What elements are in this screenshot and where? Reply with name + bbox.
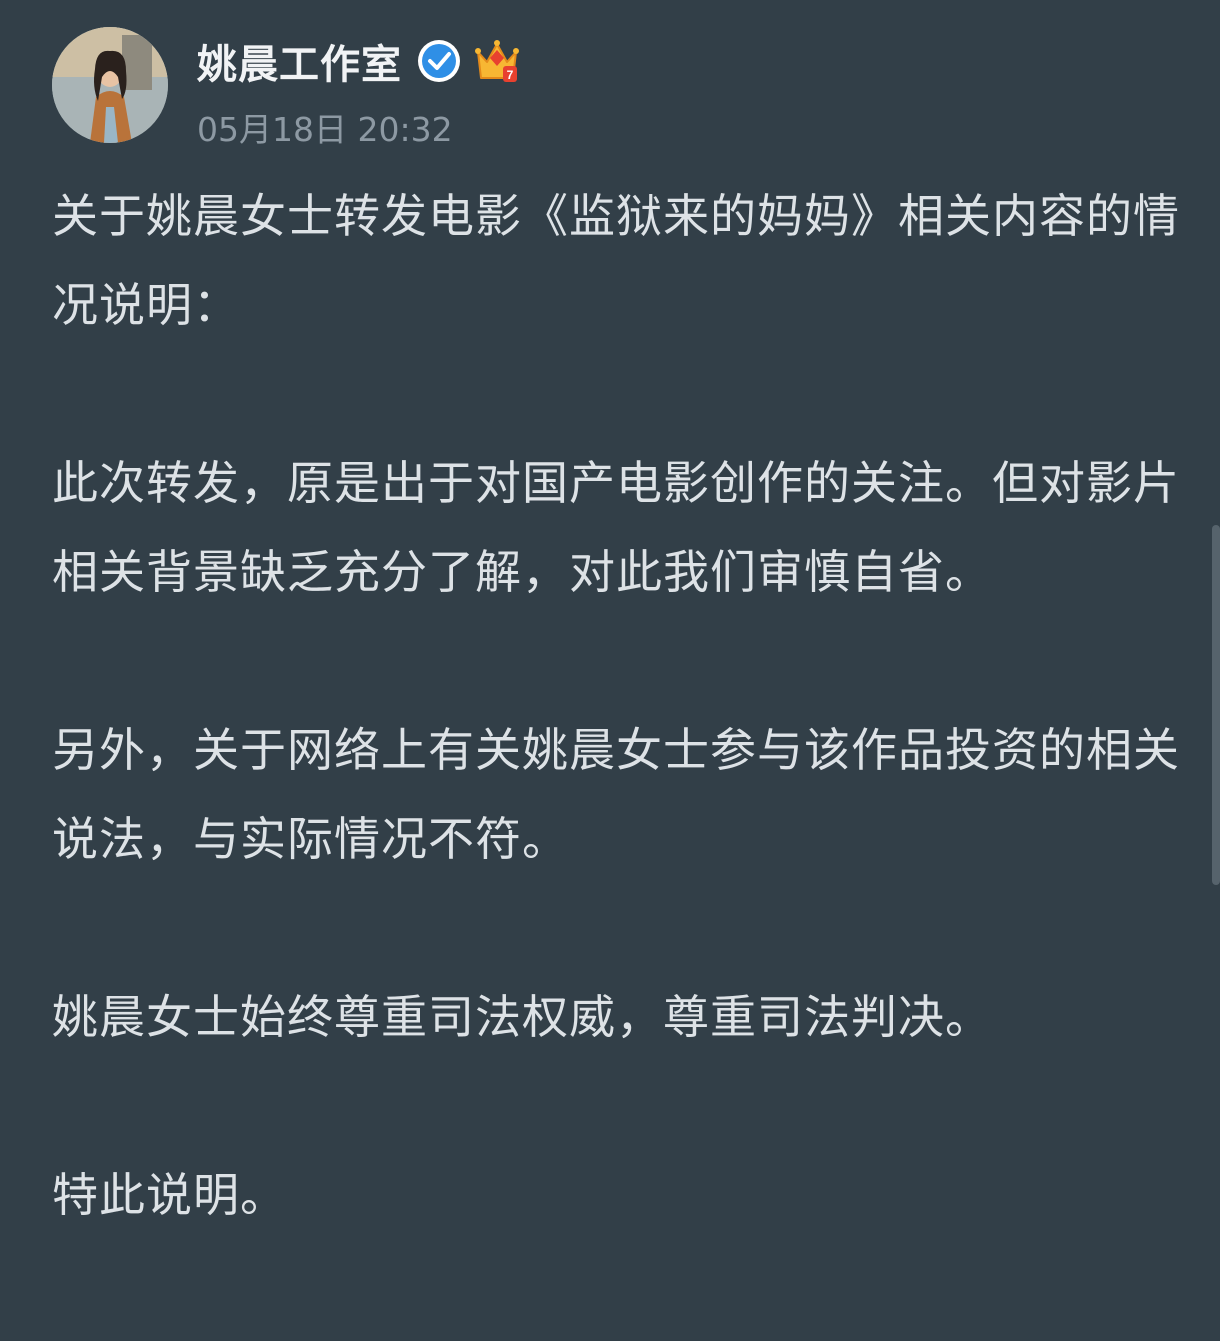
author-row: 姚晨工作室 7 [197,33,522,89]
paragraph-judiciary: 姚晨女士始终尊重司法权威，尊重司法判决。 [52,990,992,1044]
avatar-image [52,27,168,143]
paragraph-investment: 另外，关于网络上有关姚晨女士参与该作品投资的相关说法，与实际情况不符。 [52,723,1180,866]
crown-member-icon[interactable]: 7 [472,36,522,86]
paragraph-closing: 特此说明。 [52,1168,287,1222]
paragraph-repost: 此次转发，原是出于对国产电影创作的关注。但对影片相关背景缺乏充分了解，对此我们审… [52,456,1180,599]
post-timestamp: 05月18日 20:32 [197,110,453,149]
verified-badge-icon[interactable] [416,38,462,84]
avatar[interactable] [52,27,168,143]
scrollbar[interactable] [1212,525,1220,885]
post-content: 关于姚晨女士转发电影《监狱来的妈妈》相关内容的情况说明： 此次转发，原是出于对国… [52,172,1182,1240]
post-header: 姚晨工作室 7 05月18日 20:32 [52,27,752,149]
author-name[interactable]: 姚晨工作室 [197,32,402,90]
weibo-post: 姚晨工作室 7 05月18日 20:32 关于姚晨女士转发电影《监狱来的妈妈》相… [0,0,1220,1341]
member-level: 7 [507,68,514,82]
paragraph-title: 关于姚晨女士转发电影《监狱来的妈妈》相关内容的情况说明： [52,189,1180,332]
